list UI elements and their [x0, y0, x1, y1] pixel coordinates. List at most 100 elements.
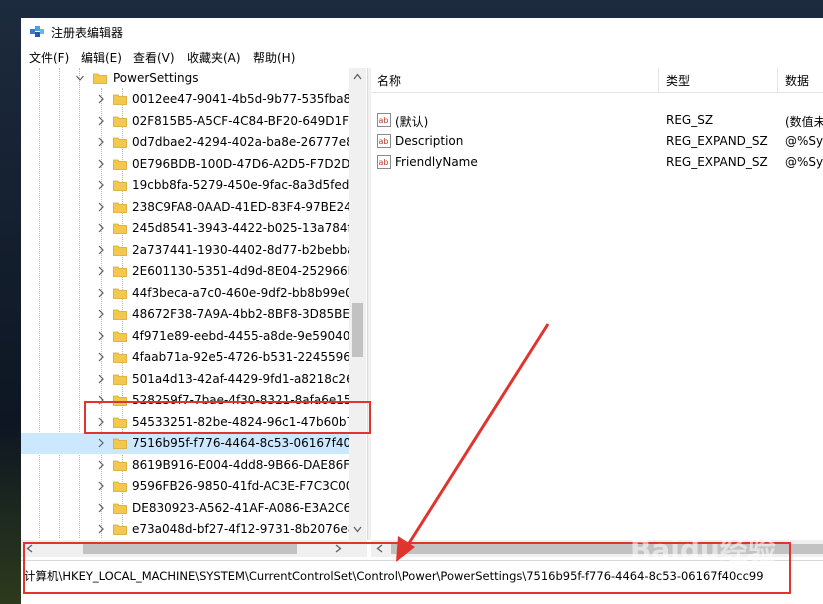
- tree-item-label: 02F815B5-A5CF-4C84-BF20-649D1F75: [132, 113, 365, 128]
- tree-item-powersettings[interactable]: PowerSettings: [21, 68, 351, 89]
- scroll-up-icon[interactable]: [353, 73, 362, 80]
- chevron-right-icon[interactable]: [97, 460, 105, 470]
- tree-item[interactable]: 2a737441-1930-4402-8d77-b2bebba: [21, 240, 355, 261]
- tree-item-label: 9596FB26-9850-41fd-AC3E-F7C3C00A: [132, 479, 362, 493]
- chevron-right-icon[interactable]: [97, 94, 105, 104]
- tree-item[interactable]: 8619B916-E004-4dd8-9B66-DAE86F8: [21, 455, 358, 476]
- tree-item[interactable]: 2E601130-5351-4d9d-8E04-252966BA: [21, 261, 364, 282]
- chevron-right-icon[interactable]: [97, 288, 105, 298]
- tree-item[interactable]: 0012ee47-9041-4b5d-9b77-535fba8b: [21, 89, 359, 110]
- tree-item[interactable]: 501a4d13-42af-4429-9fd1-a8218c268: [21, 369, 361, 390]
- chevron-right-icon[interactable]: [97, 159, 105, 169]
- chevron-right-icon[interactable]: [97, 374, 105, 384]
- svg-text:ab: ab: [379, 158, 389, 167]
- tree-item-label: 2E601130-5351-4d9d-8E04-252966BA: [132, 264, 365, 278]
- folder-icon: [113, 180, 127, 191]
- column-header-data[interactable]: 数据: [785, 72, 809, 89]
- column-separator[interactable]: [658, 68, 659, 92]
- tree-item[interactable]: 9596FB26-9850-41fd-AC3E-F7C3C00A: [21, 476, 362, 497]
- column-header-type[interactable]: 类型: [666, 72, 690, 89]
- tree-item-label: 238C9FA8-0AAD-41ED-83F4-97BE242: [132, 199, 360, 214]
- chevron-right-icon[interactable]: [97, 331, 105, 341]
- tree-item-label: 2a737441-1930-4402-8d77-b2bebba: [132, 242, 355, 257]
- tree-item[interactable]: 44f3beca-a7c0-460e-9df2-bb8b99e0: [21, 283, 353, 304]
- regedit-icon: [30, 26, 44, 37]
- tree-scroll-thumb[interactable]: [352, 303, 363, 357]
- tree-item[interactable]: DE830923-A562-41AF-A086-E3A2C6B: [21, 498, 359, 519]
- folder-icon: [113, 159, 127, 170]
- tree-item[interactable]: 02F815B5-A5CF-4C84-BF20-649D1F75: [21, 111, 364, 132]
- folder-icon: [113, 481, 127, 492]
- chevron-right-icon[interactable]: [97, 524, 105, 534]
- string-value-icon: ab: [377, 155, 391, 169]
- string-value-icon: ab: [377, 134, 391, 148]
- menu-edit[interactable]: 编辑(E): [81, 49, 122, 66]
- chevron-right-icon[interactable]: [97, 503, 105, 513]
- tree-item[interactable]: 48672F38-7A9A-4bb2-8BF8-3D85BE1: [21, 304, 358, 325]
- tree-item-label: 0E796BDB-100D-47D6-A2D5-F7D2DA: [132, 156, 359, 171]
- chevron-right-icon[interactable]: [97, 309, 105, 319]
- tree-item-label: 501a4d13-42af-4429-9fd1-a8218c268: [132, 371, 362, 386]
- value-list-pane[interactable]: 名称 类型 数据 ab (默认) REG_SZ (数值未 ab Descript…: [371, 68, 823, 540]
- list-header: 名称 类型 数据: [371, 68, 823, 93]
- title-bar: 注册表编辑器: [21, 18, 823, 46]
- chevron-right-icon[interactable]: [97, 481, 105, 491]
- folder-icon: [113, 245, 127, 256]
- folder-icon: [113, 223, 127, 234]
- value-row-default[interactable]: ab (默认) REG_SZ (数值未: [371, 110, 823, 131]
- chevron-down-icon[interactable]: [76, 73, 84, 83]
- chevron-right-icon[interactable]: [97, 438, 105, 448]
- tree-item[interactable]: 4faab71a-92e5-4726-b531-22455967: [21, 347, 359, 368]
- chevron-right-icon[interactable]: [97, 223, 105, 233]
- tree-item[interactable]: 245d8541-3943-4422-b025-13a784f6: [21, 218, 359, 239]
- folder-icon: [113, 460, 127, 471]
- value-name: FriendlyName: [395, 155, 478, 169]
- chevron-right-icon[interactable]: [97, 137, 105, 147]
- scroll-down-icon[interactable]: [353, 526, 362, 533]
- column-header-name[interactable]: 名称: [377, 72, 401, 89]
- key-tree-pane[interactable]: PowerSettings 0012ee47-9041-4b5d-9b77-535…: [21, 68, 367, 538]
- folder-icon: [93, 73, 107, 84]
- chevron-right-icon[interactable]: [97, 202, 105, 212]
- chevron-right-icon[interactable]: [97, 116, 105, 126]
- folder-icon: [113, 94, 127, 105]
- tree-item[interactable]: 19cbb8fa-5279-450e-9fac-8a3d5fedd: [21, 175, 357, 196]
- menu-file[interactable]: 文件(F): [29, 49, 69, 66]
- folder-icon: [113, 503, 127, 514]
- value-row-friendlyname[interactable]: ab FriendlyName REG_EXPAND_SZ @%Sy: [371, 152, 823, 173]
- tree-item-label: PowerSettings: [113, 71, 199, 85]
- value-row-description[interactable]: ab Description REG_EXPAND_SZ @%Sy: [371, 131, 823, 152]
- menu-view[interactable]: 查看(V): [133, 49, 175, 66]
- chevron-right-icon[interactable]: [97, 352, 105, 362]
- tree-item-label: 245d8541-3943-4422-b025-13a784f6: [132, 221, 360, 235]
- menu-favorites[interactable]: 收藏夹(A): [187, 49, 241, 66]
- value-name: Description: [395, 134, 464, 148]
- folder-icon: [113, 202, 127, 213]
- tree-item[interactable]: 0E796BDB-100D-47D6-A2D5-F7D2DA: [21, 154, 359, 175]
- tree-item[interactable]: 0d7dbae2-4294-402a-ba8e-26777e8: [21, 132, 354, 153]
- value-type: REG_EXPAND_SZ: [666, 155, 768, 169]
- tree-item[interactable]: 4f971e89-eebd-4455-a8de-9e59040e: [21, 326, 358, 347]
- column-separator[interactable]: [777, 68, 778, 92]
- value-data: (数值未: [785, 115, 823, 129]
- tree-item[interactable]: 238C9FA8-0AAD-41ED-83F4-97BE242: [21, 197, 359, 218]
- chevron-right-icon[interactable]: [97, 266, 105, 276]
- value-data: @%Sy: [785, 134, 823, 148]
- svg-text:ab: ab: [379, 137, 389, 146]
- folder-icon: [113, 137, 127, 148]
- tree-item[interactable]: e73a048d-bf27-4f12-9731-8b2076e8: [21, 519, 355, 538]
- chevron-right-icon[interactable]: [97, 180, 105, 190]
- tree-item-label: 0012ee47-9041-4b5d-9b77-535fba8b: [132, 92, 359, 106]
- menu-help[interactable]: 帮助(H): [253, 49, 295, 66]
- tree-item-selected[interactable]: 7516b95f-f776-4464-8c53-06167f40c: [21, 433, 358, 454]
- folder-icon: [113, 438, 127, 449]
- menu-bar: 文件(F) 编辑(E) 查看(V) 收藏夹(A) 帮助(H): [21, 46, 823, 68]
- tree-item-label: 19cbb8fa-5279-450e-9fac-8a3d5fedd: [132, 178, 357, 192]
- registry-editor-window: 注册表编辑器 文件(F) 编辑(E) 查看(V) 收藏夹(A) 帮助(H) Po…: [21, 18, 823, 604]
- window-title: 注册表编辑器: [51, 26, 124, 40]
- chevron-right-icon[interactable]: [97, 245, 105, 255]
- tree-item-label: 4f971e89-eebd-4455-a8de-9e59040e: [132, 328, 358, 343]
- folder-icon: [113, 116, 127, 127]
- folder-icon: [113, 266, 127, 277]
- tree-item-label: 0d7dbae2-4294-402a-ba8e-26777e8: [132, 135, 354, 149]
